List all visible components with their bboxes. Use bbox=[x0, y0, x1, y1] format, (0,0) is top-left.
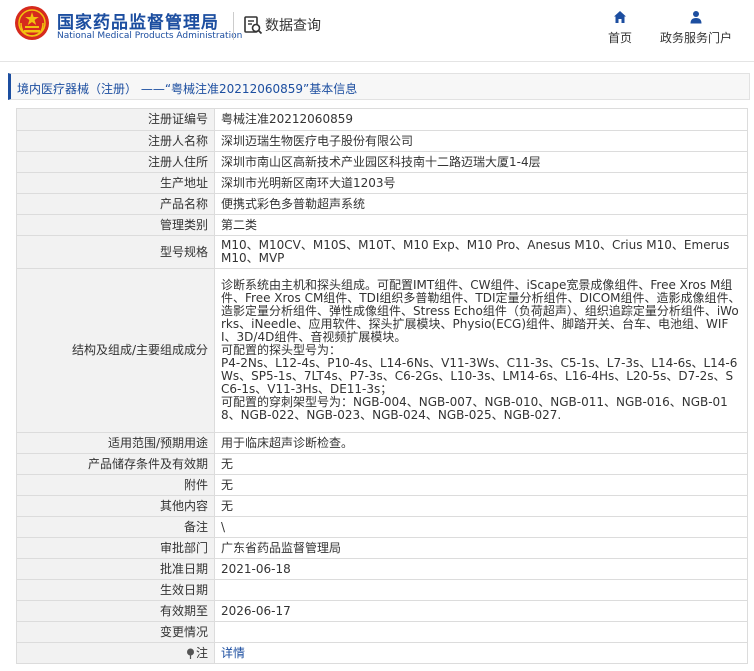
row-label: 备注 bbox=[16, 516, 215, 538]
row-label: 适用范围/预期用途 bbox=[16, 432, 215, 454]
breadcrumb: 境内医疗器械（注册） ——“粤械注准20212060859”基本信息 bbox=[8, 73, 750, 100]
row-value: 广东省药品监督管理局 bbox=[214, 537, 748, 559]
row-label: 结构及组成/主要组成成分 bbox=[16, 268, 215, 433]
table-row: 附件 无 bbox=[16, 474, 748, 496]
table-row: 注册人名称 深圳迈瑞生物医疗电子股份有限公司 bbox=[16, 130, 748, 152]
details-link[interactable]: 详情 bbox=[221, 646, 245, 660]
row-value: M10、M10CV、M10S、M10T、M10 Exp、M10 Pro、Anes… bbox=[214, 235, 748, 269]
row-value: 深圳市光明新区南环大道1203号 bbox=[214, 172, 748, 194]
row-label: 生效日期 bbox=[16, 579, 215, 601]
table-row: 结构及组成/主要组成成分 诊断系统由主机和探头组成。可配置IMT组件、CW组件、… bbox=[16, 268, 748, 433]
row-label: 型号规格 bbox=[16, 235, 215, 269]
breadcrumb-text: 境内医疗器械（注册） ——“粤械注准20212060859”基本信息 bbox=[17, 82, 358, 96]
home-icon bbox=[614, 11, 626, 23]
row-label: 产品储存条件及有效期 bbox=[16, 453, 215, 475]
detail-table: 注册证编号 粤械注准20212060859 注册人名称 深圳迈瑞生物医疗电子股份… bbox=[16, 108, 748, 664]
table-row: 适用范围/预期用途 用于临床超声诊断检查。 bbox=[16, 432, 748, 454]
row-value: 诊断系统由主机和探头组成。可配置IMT组件、CW组件、iScape宽景成像组件、… bbox=[214, 268, 748, 433]
page-section-title: 数据查询 bbox=[265, 18, 321, 34]
brand-name-en: National Medical Products Administration bbox=[57, 31, 243, 41]
nav-home-label: 首页 bbox=[607, 31, 632, 45]
row-label: 变更情况 bbox=[16, 621, 215, 643]
table-row: 产品名称 便携式彩色多普勒超声系统 bbox=[16, 193, 748, 215]
row-value: 用于临床超声诊断检查。 bbox=[214, 432, 748, 454]
row-value bbox=[214, 621, 748, 643]
nav-home[interactable]: 首页 bbox=[606, 10, 634, 46]
table-row: 注册人住所 深圳市南山区高新技术产业园区科技南十二路迈瑞大厦1-4层 bbox=[16, 151, 748, 173]
row-value: 无 bbox=[214, 474, 748, 496]
nav-gov-label: 政务服务门户 bbox=[659, 31, 732, 45]
row-value bbox=[214, 579, 748, 601]
table-row: 审批部门 广东省药品监督管理局 bbox=[16, 537, 748, 559]
row-label: 注册人名称 bbox=[16, 130, 215, 152]
note-label: 注 bbox=[195, 645, 208, 660]
table-row: 管理类别 第二类 bbox=[16, 214, 748, 236]
row-value: 深圳市南山区高新技术产业园区科技南十二路迈瑞大厦1-4层 bbox=[214, 151, 748, 173]
table-row: 其他内容 无 bbox=[16, 495, 748, 517]
table-row: 注册证编号 粤械注准20212060859 bbox=[16, 108, 748, 131]
row-value: 2021-06-18 bbox=[214, 558, 748, 580]
row-label: 附件 bbox=[16, 474, 215, 496]
note-value: 详情 bbox=[214, 642, 748, 664]
table-row: 有效期至 2026-06-17 bbox=[16, 600, 748, 622]
row-label: 产品名称 bbox=[16, 193, 215, 215]
nav-gov-service-portal[interactable]: 政务服务门户 bbox=[656, 10, 736, 46]
brand-name-cn: 国家药品监督管理局 bbox=[57, 13, 219, 33]
user-icon bbox=[690, 11, 702, 24]
row-label: 审批部门 bbox=[16, 537, 215, 559]
row-value: 便携式彩色多普勒超声系统 bbox=[214, 193, 748, 215]
table-row: 生效日期 bbox=[16, 579, 748, 601]
row-label: 其他内容 bbox=[16, 495, 215, 517]
row-label: 注册人住所 bbox=[16, 151, 215, 173]
table-row: 变更情况 bbox=[16, 621, 748, 643]
row-label: 生产地址 bbox=[16, 172, 215, 194]
row-label: 批准日期 bbox=[16, 558, 215, 580]
row-value: 2026-06-17 bbox=[214, 600, 748, 622]
table-row: 生产地址 深圳市光明新区南环大道1203号 bbox=[16, 172, 748, 194]
national-emblem-icon[interactable] bbox=[14, 5, 50, 41]
table-row: 注 详情 bbox=[16, 642, 748, 664]
note-label-cell: 注 bbox=[16, 642, 215, 664]
site-header: 国家药品监督管理局 National Medical Products Admi… bbox=[0, 0, 754, 62]
row-value: 无 bbox=[214, 453, 748, 475]
table-row: 型号规格 M10、M10CV、M10S、M10T、M10 Exp、M10 Pro… bbox=[16, 235, 748, 269]
row-value: \ bbox=[214, 516, 748, 538]
pin-icon bbox=[186, 648, 194, 659]
row-value: 粤械注准20212060859 bbox=[214, 108, 748, 131]
row-value: 深圳迈瑞生物医疗电子股份有限公司 bbox=[214, 130, 748, 152]
row-label: 管理类别 bbox=[16, 214, 215, 236]
table-row: 产品储存条件及有效期 无 bbox=[16, 453, 748, 475]
row-label: 有效期至 bbox=[16, 600, 215, 622]
header-divider bbox=[233, 12, 234, 40]
row-value: 无 bbox=[214, 495, 748, 517]
row-value: 第二类 bbox=[214, 214, 748, 236]
row-label: 注册证编号 bbox=[16, 108, 215, 131]
table-row: 批准日期 2021-06-18 bbox=[16, 558, 748, 580]
table-row: 备注 \ bbox=[16, 516, 748, 538]
data-query-icon bbox=[244, 16, 263, 35]
